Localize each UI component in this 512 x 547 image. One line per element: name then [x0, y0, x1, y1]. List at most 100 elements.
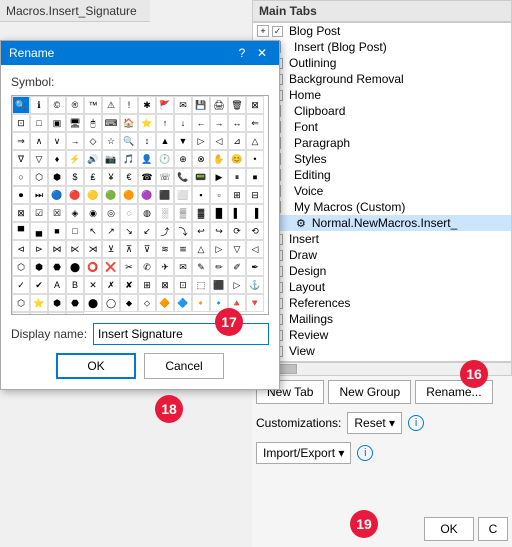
symbol-cell-167[interactable]: 🔻: [246, 294, 264, 312]
tree-item-13[interactable]: +Insert: [253, 231, 511, 247]
symbol-cell-96[interactable]: ▌: [228, 204, 246, 222]
symbol-cell-30[interactable]: ∨: [48, 132, 66, 150]
symbol-cell-143[interactable]: B: [66, 276, 84, 294]
symbol-cell-56[interactable]: ○: [12, 168, 30, 186]
symbol-cell-160[interactable]: ⬥: [120, 294, 138, 312]
symbol-cell-129[interactable]: ⬤: [66, 258, 84, 276]
symbol-cell-6[interactable]: !: [120, 96, 138, 114]
symbol-cell-84[interactable]: ⊠: [12, 204, 30, 222]
symbol-cell-22[interactable]: ↑: [156, 114, 174, 132]
import-export-dropdown[interactable]: Import/Export ▾: [256, 442, 351, 464]
symbol-cell-95[interactable]: █: [210, 204, 228, 222]
symbol-cell-85[interactable]: ☑: [30, 204, 48, 222]
symbol-cell-59[interactable]: $: [66, 168, 84, 186]
symbol-cell-14[interactable]: ⊡: [12, 114, 30, 132]
symbol-cell-130[interactable]: ⭕: [84, 258, 102, 276]
symbol-cell-5[interactable]: ⚠: [102, 96, 120, 114]
symbol-cell-102[interactable]: ↖: [84, 222, 102, 240]
tree-item-10[interactable]: −Voice: [253, 183, 511, 199]
tree-item-17[interactable]: +References: [253, 295, 511, 311]
dialog-ok-button[interactable]: OK: [56, 353, 136, 379]
symbol-cell-65[interactable]: 📞: [174, 168, 192, 186]
symbol-cell-97[interactable]: ▐: [246, 204, 264, 222]
symbol-cell-135[interactable]: ✉: [174, 258, 192, 276]
tree-item-14[interactable]: +Draw: [253, 247, 511, 263]
symbol-cell-79[interactable]: ⬜: [174, 186, 192, 204]
symbol-cell-21[interactable]: ⭐: [138, 114, 156, 132]
symbol-cell-101[interactable]: □: [66, 222, 84, 240]
symbol-cell-117[interactable]: ⊻: [102, 240, 120, 258]
symbol-cell-104[interactable]: ↘: [120, 222, 138, 240]
tree-item-3[interactable]: +Background Removal: [253, 71, 511, 87]
symbol-cell-158[interactable]: ⬤: [84, 294, 102, 312]
dialog-cancel-button[interactable]: Cancel: [144, 353, 224, 379]
symbol-cell-41[interactable]: △: [246, 132, 264, 150]
symbol-cell-110[interactable]: ⟳: [228, 222, 246, 240]
symbol-cell-156[interactable]: ⬢: [48, 294, 66, 312]
final-ok-button[interactable]: OK: [424, 517, 474, 541]
symbol-cell-45[interactable]: ⚡: [66, 150, 84, 168]
symbol-cell-146[interactable]: ✘: [120, 276, 138, 294]
symbol-cell-87[interactable]: ◈: [66, 204, 84, 222]
symbol-cell-40[interactable]: ⊿: [228, 132, 246, 150]
symbol-cell-50[interactable]: 🕐: [156, 150, 174, 168]
symbol-cell-122[interactable]: △: [192, 240, 210, 258]
symbol-cell-162[interactable]: 🔶: [156, 294, 174, 312]
symbol-cell-35[interactable]: ↕: [138, 132, 156, 150]
symbol-cell-120[interactable]: ≋: [156, 240, 174, 258]
tree-item-1[interactable]: +Insert (Blog Post): [253, 39, 511, 55]
symbol-cell-24[interactable]: ←: [192, 114, 210, 132]
symbol-cell-73[interactable]: 🔴: [66, 186, 84, 204]
symbol-cell-15[interactable]: □: [30, 114, 48, 132]
symbol-cell-109[interactable]: ↪: [210, 222, 228, 240]
symbol-cell-119[interactable]: ⊽: [138, 240, 156, 258]
symbol-cell-108[interactable]: ↩: [192, 222, 210, 240]
symbol-cell-27[interactable]: ⇐: [246, 114, 264, 132]
symbol-cell-171[interactable]: 🔳: [66, 312, 84, 315]
symbol-cell-12[interactable]: 🗑: [228, 96, 246, 114]
symbol-cell-153[interactable]: ⚓: [246, 276, 264, 294]
symbol-cell-3[interactable]: ®: [66, 96, 84, 114]
symbol-cell-42[interactable]: ∇: [12, 150, 30, 168]
symbol-cell-114[interactable]: ⋈: [48, 240, 66, 258]
symbol-cell-149[interactable]: ⊡: [174, 276, 192, 294]
symbol-cell-89[interactable]: ◎: [102, 204, 120, 222]
symbol-cell-92[interactable]: ░: [156, 204, 174, 222]
symbol-cell-166[interactable]: 🔺: [228, 294, 246, 312]
symbol-cell-32[interactable]: ◇: [84, 132, 102, 150]
tree-item-5[interactable]: −Clipboard: [253, 103, 511, 119]
symbol-cell-74[interactable]: 🟡: [84, 186, 102, 204]
symbol-cell-159[interactable]: ◯: [102, 294, 120, 312]
tree-item-9[interactable]: −Editing: [253, 167, 511, 183]
symbol-cell-46[interactable]: 🔊: [84, 150, 102, 168]
symbol-cell-137[interactable]: ✏: [210, 258, 228, 276]
symbol-cell-69[interactable]: ⏹: [246, 168, 264, 186]
tree-item-11[interactable]: +My Macros (Custom): [253, 199, 511, 215]
symbol-cell-116[interactable]: ⋊: [84, 240, 102, 258]
symbol-cell-53[interactable]: ✋: [210, 150, 228, 168]
symbol-cell-134[interactable]: ✈: [156, 258, 174, 276]
symbol-cell-144[interactable]: ✕: [84, 276, 102, 294]
symbol-cell-67[interactable]: ▶: [210, 168, 228, 186]
symbol-cell-81[interactable]: ▫: [210, 186, 228, 204]
symbol-cell-57[interactable]: ⬡: [30, 168, 48, 186]
tree-item-16[interactable]: +Layout: [253, 279, 511, 295]
symbol-cell-88[interactable]: ◉: [84, 204, 102, 222]
symbol-cell-163[interactable]: 🔷: [174, 294, 192, 312]
symbol-cell-8[interactable]: 🚩: [156, 96, 174, 114]
symbol-cell-54[interactable]: 😊: [228, 150, 246, 168]
symbol-cell-62[interactable]: €: [120, 168, 138, 186]
symbol-cell-121[interactable]: ≌: [174, 240, 192, 258]
tree-item-12[interactable]: ⚙Normal.NewMacros.Insert_: [253, 215, 511, 231]
symbol-cell-138[interactable]: ✐: [228, 258, 246, 276]
symbol-cell-4[interactable]: ™: [84, 96, 102, 114]
symbol-cell-29[interactable]: ∧: [30, 132, 48, 150]
tree-item-2[interactable]: +Outlining: [253, 55, 511, 71]
tree-item-19[interactable]: +Review: [253, 327, 511, 343]
symbol-cell-58[interactable]: ⬢: [48, 168, 66, 186]
symbol-cell-26[interactable]: ↔: [228, 114, 246, 132]
symbol-cell-91[interactable]: ◍: [138, 204, 156, 222]
symbol-cell-23[interactable]: ↓: [174, 114, 192, 132]
symbol-cell-61[interactable]: ¥: [102, 168, 120, 186]
tree-item-0[interactable]: +Blog Post: [253, 23, 511, 39]
